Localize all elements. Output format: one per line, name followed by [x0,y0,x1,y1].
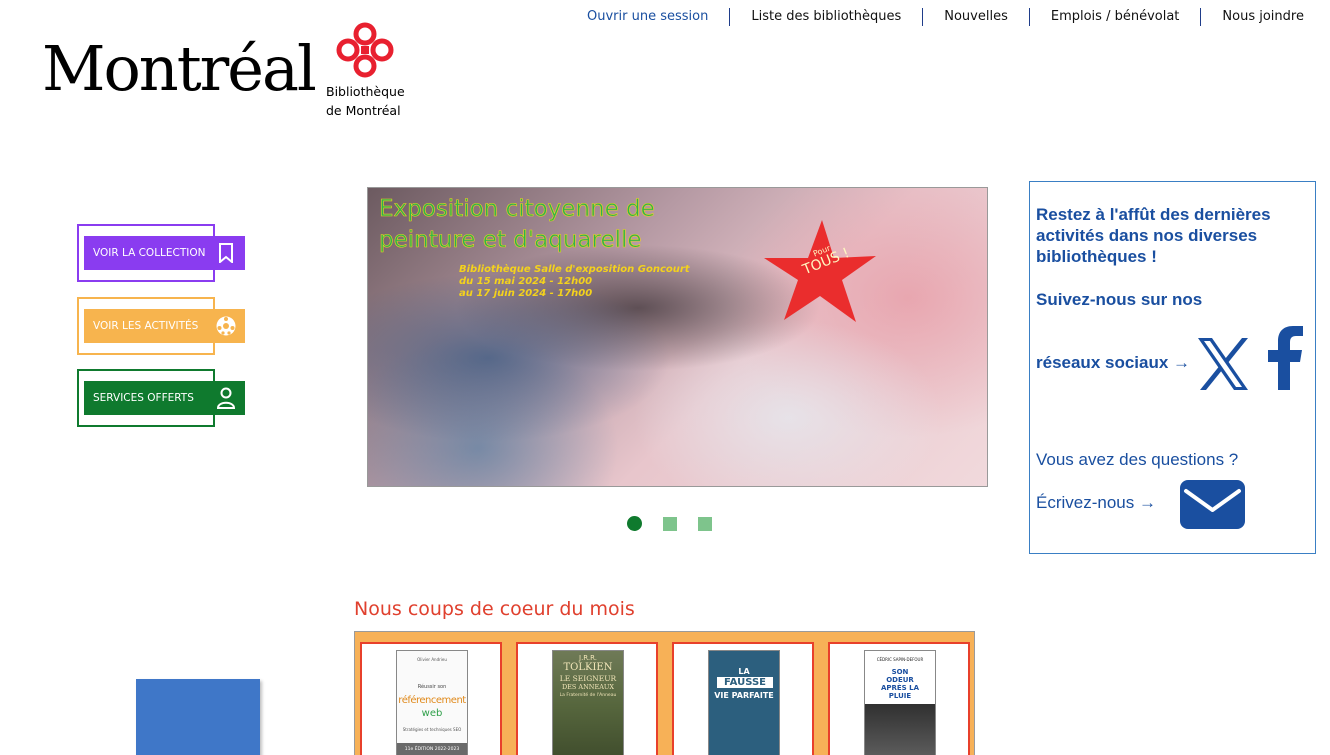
book-card-4[interactable]: CÉDRIC SAPIN-DEFOUR SON ODEUR APRÈS LA P… [828,642,970,755]
activities-button-label: VOIR LES ACTIVITÉS [93,320,199,332]
top-navigation: Ouvrir une session Liste des bibliothèqu… [566,6,1316,28]
book4-author: CÉDRIC SAPIN-DEFOUR [876,657,924,662]
carousel-dot-2[interactable] [663,516,677,531]
nav-libraries-link[interactable]: Liste des bibliothèques [730,8,924,26]
nav-news-link[interactable]: Nouvelles [923,8,1030,26]
book-cover-1[interactable]: Olivier Andrieu Réussir son référencemen… [396,650,468,755]
book3-line1: LA [738,667,750,676]
promo-tile[interactable] [136,679,260,755]
activities-button[interactable]: VOIR LES ACTIVITÉS [77,297,245,355]
book1-line5: Stratégies et techniques SEO [402,727,462,732]
sidebar-headline: Restez à l'affût des dernières activités… [1036,205,1271,266]
services-button[interactable]: SERVICES OFFERTS [77,369,245,427]
book-cover-4[interactable]: CÉDRIC SAPIN-DEFOUR SON ODEUR APRÈS LA P… [864,650,936,755]
book1-line4: web [421,708,443,719]
nav-login-link[interactable]: Ouvrir une session [566,8,731,26]
logo-sub-line2: de Montréal [326,103,401,118]
banner-start-date: du 15 mai 2024 - 12h00 [459,276,593,287]
logo-subtitle: Bibliothèque de Montréal [326,82,405,120]
sidebar-follow-text: Suivez-nous sur nos [1036,290,1203,309]
carousel-dot-1[interactable] [627,516,642,531]
book4-line2: SON [891,668,909,676]
book3-line2: FAUSSE [717,677,773,688]
banner-title: Exposition citoyenne de peinture et d'aq… [379,194,655,256]
book4-line5: PLUIE [888,692,912,700]
book2-line4: DES ANNEAUX [561,683,615,691]
exhibition-banner[interactable]: Exposition citoyenne de peinture et d'aq… [367,187,988,487]
star-badge-icon [764,220,876,322]
book2-line5: La Fraternité de l'Anneau [559,693,617,698]
banner-title-line1: Exposition citoyenne de [379,196,655,223]
montreal-flower-logo-icon[interactable] [334,20,396,80]
x-twitter-icon[interactable] [1194,336,1252,392]
banner-venue: Bibliothèque Salle d'exposition Goncourt [459,264,690,275]
services-button-bar[interactable]: SERVICES OFFERTS [84,381,245,415]
services-button-label: SERVICES OFFERTS [93,392,194,404]
facebook-icon[interactable] [1266,326,1304,390]
social-sidebar: Restez à l'affût des dernières activités… [1029,181,1316,554]
book1-line3: référencement [398,695,466,706]
collection-button-label: VOIR LA COLLECTION [93,247,206,259]
book2-line3: LE SEIGNEUR [559,674,617,683]
person-icon [215,387,237,409]
picks-title: Nous coups de coeur du mois [354,598,635,620]
soccer-ball-icon [215,315,237,337]
sidebar-write-link[interactable]: Écrivez-nous → [1036,493,1156,513]
banner-details: Bibliothèque Salle d'exposition Goncourt… [459,264,690,300]
banner-end-date: au 17 juin 2024 - 17h00 [459,288,593,299]
book3-line3: VIE PARFAITE [714,691,774,700]
logo-sub-line1: Bibliothèque [326,84,405,99]
book-cover-3[interactable]: LA FAUSSE VIE PARFAITE [708,650,780,755]
carousel-dot-3[interactable] [698,516,712,531]
sidebar-questions-text: Vous avez des questions ? [1036,450,1239,469]
banner-title-line2: peinture et d'aquarelle [379,227,642,254]
envelope-icon[interactable] [1180,480,1245,529]
book-card-1[interactable]: Olivier Andrieu Réussir son référencemen… [360,642,502,755]
picks-carousel: Olivier Andrieu Réussir son référencemen… [354,631,975,755]
book1-author: Olivier Andrieu [417,657,447,662]
book4-line4: APRÈS LA [880,684,920,692]
montreal-wordmark[interactable]: Montréal [42,38,317,100]
book2-line1: J.R.R. [579,654,597,662]
collection-button-bar[interactable]: VOIR LA COLLECTION [84,236,245,270]
book2-line2: TOLKIEN [563,662,613,673]
nav-jobs-link[interactable]: Emplois / bénévolat [1030,8,1202,26]
nav-contact-link[interactable]: Nous joindre [1201,8,1325,26]
activities-button-bar[interactable]: VOIR LES ACTIVITÉS [84,309,245,343]
book4-line3: ODEUR [886,676,914,684]
sidebar-social-text: réseaux sociaux → [1036,353,1191,372]
book-card-2[interactable]: J.R.R. TOLKIEN LE SEIGNEUR DES ANNEAUX L… [516,642,658,755]
book-cover-2[interactable]: J.R.R. TOLKIEN LE SEIGNEUR DES ANNEAUX L… [552,650,624,755]
bookmark-icon [215,242,237,264]
book-card-3[interactable]: LA FAUSSE VIE PARFAITE [672,642,814,755]
book1-edition: 11e ÉDITION 2022-2023 [397,743,467,755]
carousel-pagination [627,516,712,531]
collection-button[interactable]: VOIR LA COLLECTION [77,224,245,282]
book1-line2: Réussir son [417,684,447,690]
